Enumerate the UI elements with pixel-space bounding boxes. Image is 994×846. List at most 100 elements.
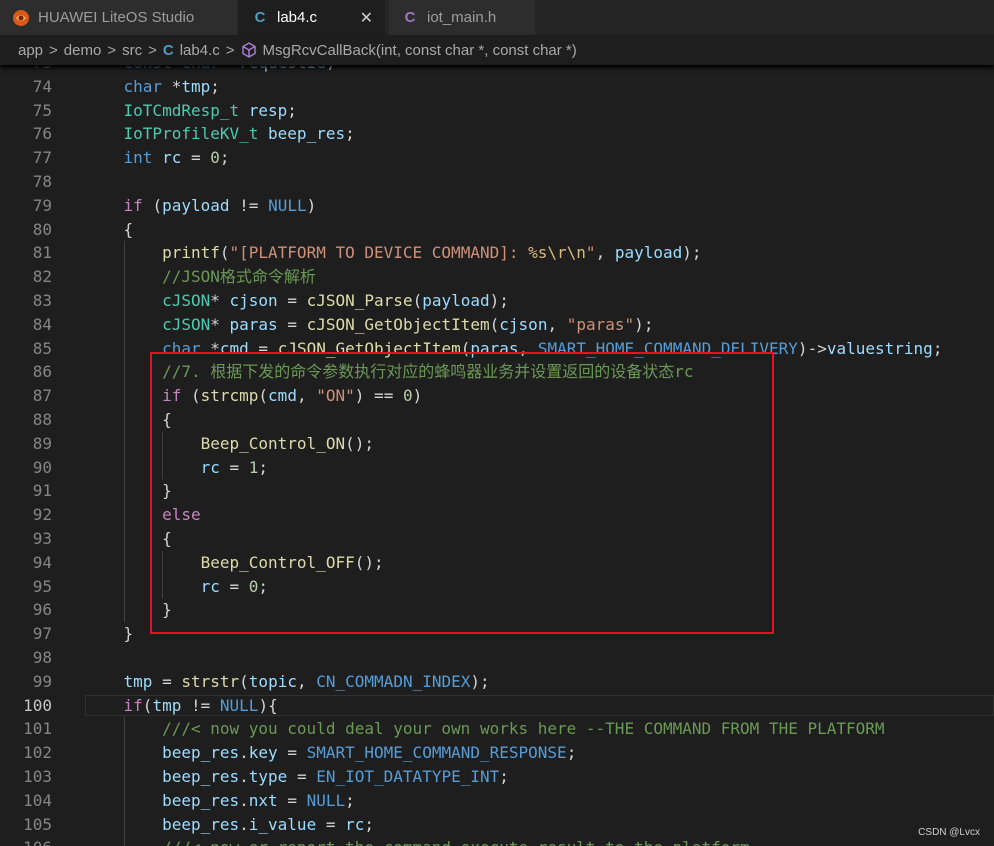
line-text: } xyxy=(162,600,172,620)
code-line[interactable]: 73 const char *requestId; xyxy=(0,65,994,75)
breadcrumb-item-src[interactable]: src xyxy=(122,42,142,59)
code-line[interactable]: 96 } xyxy=(0,598,994,622)
line-number: 95 xyxy=(32,576,52,596)
tab-lab4-c[interactable]: C lab4.c ✕ xyxy=(239,0,385,35)
watermark: CSDN @Lvcx xyxy=(918,827,980,838)
code-line[interactable]: 78 xyxy=(0,170,994,194)
code-line[interactable]: 101 ///< now you could deal your own wor… xyxy=(0,717,994,741)
code-line[interactable]: 105 beep_res.i_value = rc; xyxy=(0,813,994,837)
code-line[interactable]: 98 xyxy=(0,646,994,670)
code-line[interactable]: 77 int rc = 0; xyxy=(0,146,994,170)
line-number: 97 xyxy=(32,624,52,644)
code-line[interactable]: 103 beep_res.type = EN_IOT_DATATYPE_INT; xyxy=(0,765,994,789)
line-number: 89 xyxy=(32,433,52,453)
tab-bar: HUAWEI LiteOS Studio C lab4.c ✕ C iot_ma… xyxy=(0,0,994,35)
line-number: 76 xyxy=(32,124,52,144)
line-text: IoTCmdResp_t resp; xyxy=(123,100,297,120)
line-number: 91 xyxy=(32,481,52,501)
code-line[interactable]: 87 if (strcmp(cmd, "ON") == 0) xyxy=(0,384,994,408)
code-line[interactable]: 84 cJSON* paras = cJSON_GetObjectItem(cj… xyxy=(0,313,994,337)
line-number: 93 xyxy=(32,528,52,548)
code-line[interactable]: 90 rc = 1; xyxy=(0,456,994,480)
code-line[interactable]: 79 if (payload != NULL) xyxy=(0,194,994,218)
line-number: 75 xyxy=(32,100,52,120)
line-text: const char *requestId; xyxy=(85,65,336,75)
c-file-icon: C xyxy=(254,9,266,26)
code-line[interactable]: 94 Beep_Control_OFF(); xyxy=(0,551,994,575)
line-text: { xyxy=(123,219,134,239)
code-line[interactable]: 91 } xyxy=(0,479,994,503)
line-text: Beep_Control_ON(); xyxy=(200,433,375,453)
breadcrumb-item-app[interactable]: app xyxy=(18,42,43,59)
code-line[interactable]: 81 printf("[PLATFORM TO DEVICE COMMAND]:… xyxy=(0,241,994,265)
code-line[interactable]: 76 IoTProfileKV_t beep_res; xyxy=(0,122,994,146)
line-text: IoTProfileKV_t beep_res; xyxy=(123,124,355,144)
line-text: //JSON格式命令解析 xyxy=(162,267,316,287)
chevron-right-icon: > xyxy=(107,41,117,59)
code-line[interactable]: 93 { xyxy=(0,527,994,551)
chevron-right-icon: > xyxy=(225,41,235,59)
line-text: Beep_Control_OFF(); xyxy=(200,552,384,572)
line-number: 86 xyxy=(32,362,52,382)
line-number: 90 xyxy=(32,457,52,477)
code-editor[interactable]: 73 const char *requestId;74 char *tmp;75… xyxy=(0,65,994,846)
code-line[interactable]: 92 else xyxy=(0,503,994,527)
line-text: cJSON* cjson = cJSON_Parse(payload); xyxy=(162,290,509,310)
code-line[interactable]: 83 cJSON* cjson = cJSON_Parse(payload); xyxy=(0,289,994,313)
code-line[interactable]: 89 Beep_Control_ON(); xyxy=(0,432,994,456)
code-line[interactable]: 82 //JSON格式命令解析 xyxy=(0,265,994,289)
line-number: 84 xyxy=(32,314,52,334)
line-text: rc = 1; xyxy=(200,457,269,477)
line-number: 99 xyxy=(32,671,52,691)
breadcrumb-item-file[interactable]: lab4.c xyxy=(180,42,220,59)
breadcrumb: app > demo > src > C lab4.c > MsgRcvCall… xyxy=(0,35,994,65)
code-line[interactable]: 75 IoTCmdResp_t resp; xyxy=(0,99,994,123)
line-number: 92 xyxy=(32,505,52,525)
tab-liteos-studio[interactable]: HUAWEI LiteOS Studio xyxy=(0,0,237,35)
code-line[interactable]: 100 if(tmp != NULL){ xyxy=(0,694,994,718)
indent-guide xyxy=(162,550,164,599)
line-text: rc = 0; xyxy=(200,576,269,596)
line-text: beep_res.type = EN_IOT_DATATYPE_INT; xyxy=(162,766,509,786)
line-number: 101 xyxy=(23,719,52,739)
line-text: { xyxy=(162,528,172,548)
line-text: beep_res.i_value = rc; xyxy=(162,814,375,834)
code-line[interactable]: 85 char *cmd = cJSON_GetObjectItem(paras… xyxy=(0,337,994,361)
line-text: if(tmp != NULL){ xyxy=(123,695,278,715)
line-text: { xyxy=(162,409,172,429)
code-line[interactable]: 104 beep_res.nxt = NULL; xyxy=(0,789,994,813)
line-text: beep_res.nxt = NULL; xyxy=(162,790,355,810)
chevron-right-icon: > xyxy=(148,41,157,59)
code-line[interactable]: 86 //7. 根据下发的命令参数执行对应的蜂鸣器业务并设置返回的设备状态rc xyxy=(0,360,994,384)
code-line[interactable]: 97 } xyxy=(0,622,994,646)
indent-guide xyxy=(123,241,125,623)
line-text: } xyxy=(162,481,172,501)
line-text: ///< now you could deal your own works h… xyxy=(162,719,885,739)
line-text: char *cmd = cJSON_GetObjectItem(paras, S… xyxy=(162,338,943,358)
line-number: 106 xyxy=(0,836,52,846)
chevron-right-icon: > xyxy=(49,41,58,59)
close-icon[interactable]: ✕ xyxy=(360,8,373,28)
line-number: 100 xyxy=(23,695,52,715)
code-line[interactable]: 74 char *tmp; xyxy=(0,75,994,99)
breadcrumb-item-function[interactable]: MsgRcvCallBack(int, const char *, const … xyxy=(263,42,577,59)
code-line[interactable]: 106 ///< now er report the command execu… xyxy=(0,836,994,846)
code-line[interactable]: 99 tmp = strstr(topic, CN_COMMADN_INDEX)… xyxy=(0,670,994,694)
code-line[interactable]: 80 { xyxy=(0,218,994,242)
line-number: 105 xyxy=(23,814,52,834)
code-line[interactable]: 95 rc = 0; xyxy=(0,575,994,599)
line-text: if (strcmp(cmd, "ON") == 0) xyxy=(162,386,423,406)
line-number: 79 xyxy=(32,195,52,215)
tab-iot-main-h[interactable]: C iot_main.h xyxy=(389,0,535,35)
method-cube-icon xyxy=(241,42,257,58)
line-number: 88 xyxy=(32,409,52,429)
line-text: } xyxy=(123,624,134,644)
line-number: 102 xyxy=(23,743,52,763)
code-line[interactable]: 88 { xyxy=(0,408,994,432)
code-line[interactable]: 102 beep_res.key = SMART_HOME_COMMAND_RE… xyxy=(0,741,994,765)
line-number: 73 xyxy=(0,65,52,75)
line-text: else xyxy=(162,505,201,525)
line-text: tmp = strstr(topic, CN_COMMADN_INDEX); xyxy=(123,671,490,691)
line-text: printf("[PLATFORM TO DEVICE COMMAND]: %s… xyxy=(162,243,702,263)
breadcrumb-item-demo[interactable]: demo xyxy=(64,42,102,59)
